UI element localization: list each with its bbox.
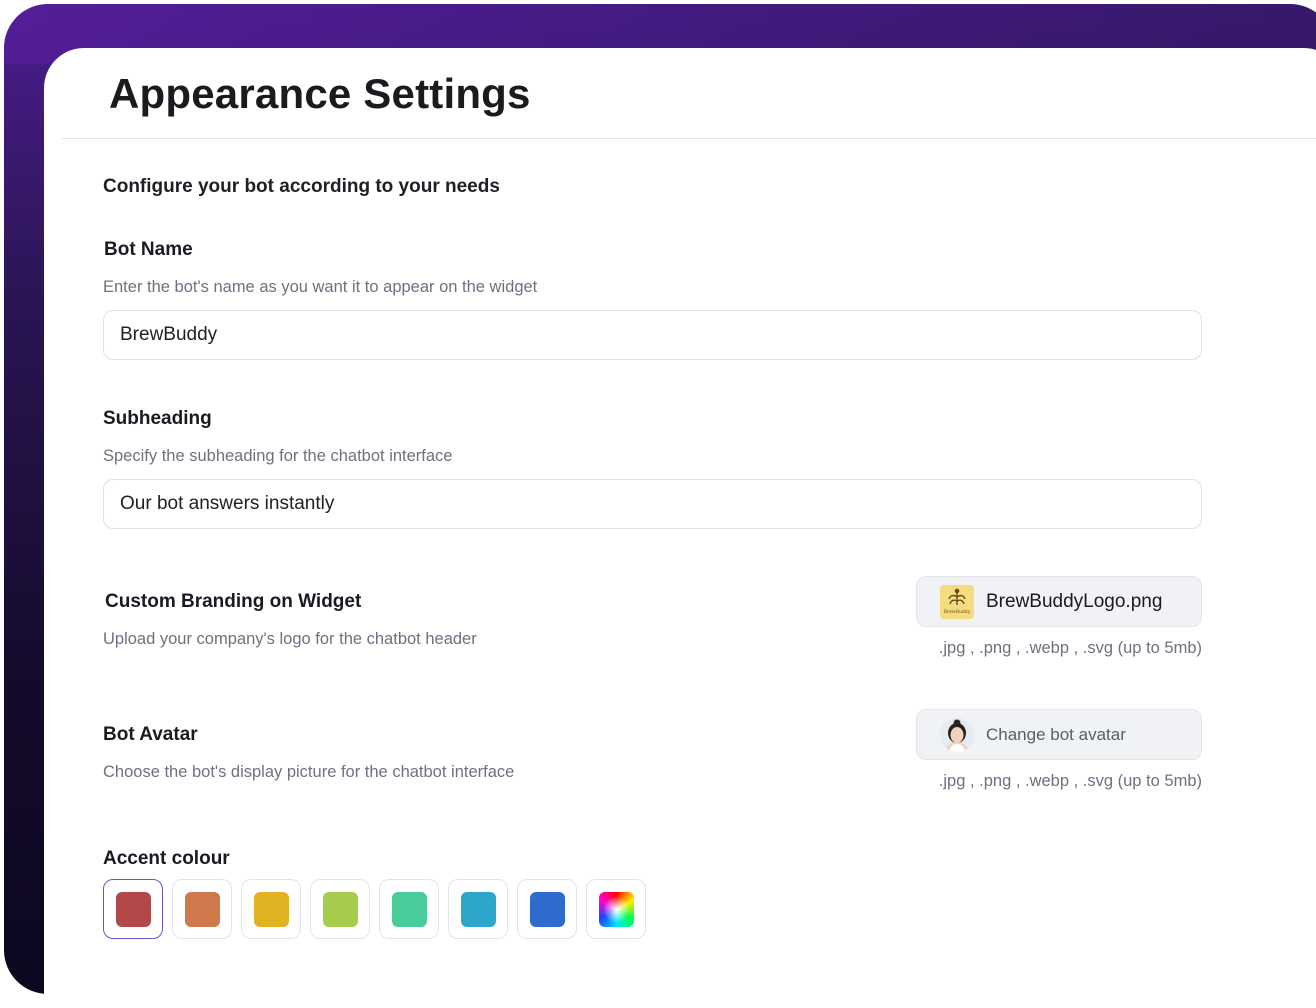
- change-avatar-label: Change bot avatar: [986, 724, 1126, 744]
- accent-colour-swatches: [103, 879, 646, 939]
- accent-colour-label: Accent colour: [103, 848, 230, 869]
- swatch-orange[interactable]: [172, 879, 232, 939]
- swatch-orange-fill: [184, 891, 220, 927]
- avatar-portrait-icon: [940, 717, 974, 752]
- avatar-format-hint: .jpg , .png , .webp , .svg (up to 5mb): [938, 772, 1202, 790]
- branding-description: Upload your company's logo for the chatb…: [103, 630, 477, 648]
- bot-name-description: Enter the bot's name as you want it to a…: [103, 278, 538, 296]
- branding-label: Custom Branding on Widget: [105, 591, 362, 612]
- header-divider: [62, 138, 1316, 139]
- bot-name-label: Bot Name: [104, 239, 193, 260]
- upload-logo-button[interactable]: BrewBuddy BrewBuddyLogo.png: [916, 576, 1202, 627]
- swatch-teal-fill: [391, 891, 427, 927]
- swatch-red[interactable]: [103, 879, 163, 939]
- swatch-cyan-fill: [460, 891, 496, 927]
- change-avatar-button[interactable]: Change bot avatar: [916, 709, 1202, 760]
- swatch-cyan[interactable]: [448, 879, 508, 939]
- swatch-custom-color-picker[interactable]: [586, 879, 646, 939]
- swatch-yellow[interactable]: [241, 879, 301, 939]
- swatch-green-fill: [322, 891, 358, 927]
- avatar-description: Choose the bot's display picture for the…: [103, 763, 515, 781]
- swatch-yellow-fill: [253, 891, 289, 927]
- swatch-green[interactable]: [310, 879, 370, 939]
- page-title: Appearance Settings: [109, 70, 531, 117]
- subheading-input[interactable]: [103, 479, 1202, 529]
- logo-file-name: BrewBuddyLogo.png: [986, 590, 1163, 612]
- color-picker-icon: [598, 891, 634, 927]
- subheading-label: Subheading: [103, 408, 212, 429]
- brand-logo-thumbnail: BrewBuddy: [940, 584, 974, 619]
- swatch-blue[interactable]: [517, 879, 577, 939]
- swatch-teal[interactable]: [379, 879, 439, 939]
- svg-text:BrewBuddy: BrewBuddy: [944, 609, 971, 615]
- bot-avatar-image: [940, 717, 974, 752]
- subheading-description: Specify the subheading for the chatbot i…: [103, 447, 453, 465]
- bot-name-input[interactable]: [103, 310, 1202, 360]
- avatar-label: Bot Avatar: [103, 724, 198, 745]
- swatch-blue-fill: [529, 891, 565, 927]
- page-intro: Configure your bot according to your nee…: [103, 176, 500, 197]
- coffee-logo-icon: BrewBuddy: [944, 588, 971, 615]
- swatch-red-fill: [115, 891, 151, 927]
- logo-format-hint: .jpg , .png , .webp , .svg (up to 5mb): [938, 639, 1202, 657]
